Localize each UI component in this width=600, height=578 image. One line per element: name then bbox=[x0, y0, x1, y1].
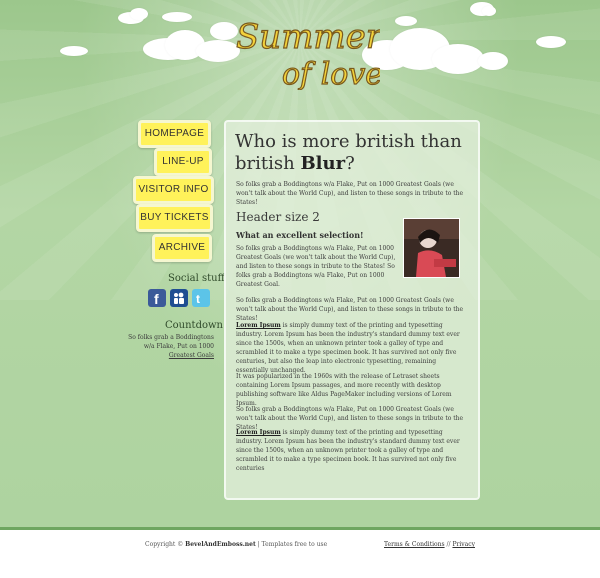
terms-link[interactable]: Terms & Conditions bbox=[384, 541, 445, 548]
svg-text:t: t bbox=[196, 292, 200, 306]
article-photo bbox=[403, 218, 460, 278]
social-title: Social stuff bbox=[168, 273, 225, 284]
nav-homepage[interactable]: HOMEPAGE bbox=[138, 120, 211, 148]
paragraph-1: So folks grab a Boddingtons w/a Flake, P… bbox=[236, 245, 396, 288]
header-size-3: What an excellent selection! bbox=[236, 230, 364, 240]
page-title: Who is more british than british Blur? bbox=[235, 131, 462, 174]
intro-paragraph: So folks grab a Boddingtons w/a Flake, P… bbox=[236, 181, 464, 206]
svg-text:f: f bbox=[154, 291, 159, 307]
countdown-link[interactable]: Greatest Goals bbox=[169, 352, 214, 359]
lorem-paragraph-1: Lorem Ipsum is simply dummy text of the … bbox=[236, 322, 460, 374]
lorem-ipsum-link-2[interactable]: Lorem Ipsum bbox=[236, 429, 281, 436]
svg-text:of love: of love bbox=[282, 57, 380, 90]
twitter-icon[interactable]: t bbox=[192, 289, 210, 307]
footer-links: Terms & Conditions // Privacy bbox=[384, 541, 475, 548]
lorem-paragraph-2: Lorem Ipsum is simply dummy text of the … bbox=[236, 429, 460, 472]
summer-of-love-logo: Summer of love bbox=[235, 16, 384, 92]
privacy-link[interactable]: Privacy bbox=[452, 541, 475, 548]
nav-visitor-info[interactable]: VISITOR INFO bbox=[133, 176, 214, 204]
header-size-2: Header size 2 bbox=[236, 210, 320, 224]
paragraph-2: So folks grab a Boddingtons w/a Flake, P… bbox=[236, 297, 464, 322]
copyright: Copyright © BevelAndEmboss.net | Templat… bbox=[145, 541, 328, 548]
paragraph-3: It was popularized in the 1960s with the… bbox=[236, 373, 452, 407]
svg-text:Summer: Summer bbox=[236, 17, 380, 57]
countdown-text: So folks grab a Boddingtons w/a Flake, P… bbox=[128, 334, 214, 359]
lorem-ipsum-link[interactable]: Lorem Ipsum bbox=[236, 322, 281, 329]
nav-archive[interactable]: ARCHIVE bbox=[152, 234, 212, 262]
nav-buy-tickets[interactable]: BUY TICKETS bbox=[136, 204, 213, 232]
copyright-site[interactable]: BevelAndEmboss.net bbox=[185, 541, 256, 548]
myspace-icon[interactable] bbox=[170, 289, 188, 307]
footer bbox=[0, 530, 600, 578]
countdown-title: Countdown bbox=[165, 320, 223, 331]
site-logo[interactable]: Summer of love bbox=[230, 8, 384, 92]
nav-line-up[interactable]: LINE-UP bbox=[154, 148, 212, 176]
facebook-icon[interactable]: f bbox=[148, 289, 166, 307]
